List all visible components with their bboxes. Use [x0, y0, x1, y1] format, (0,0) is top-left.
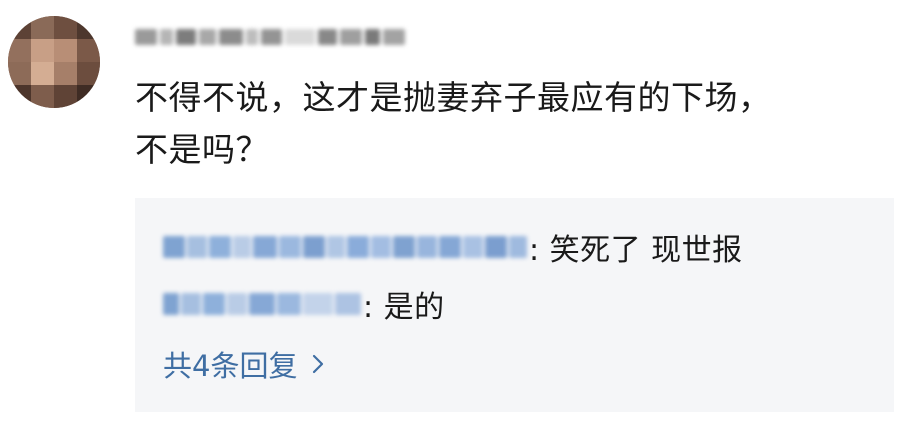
reply-username-redacted[interactable] [163, 293, 361, 315]
avatar[interactable] [8, 16, 100, 108]
username-redacted[interactable] [135, 22, 405, 52]
comment-line-1: 不得不说，这才是抛妻弃子最应有的下场， [135, 78, 772, 117]
reply-username-redacted[interactable] [163, 236, 527, 258]
reply-text: : 是的 [363, 290, 445, 325]
more-replies-label: 共4条回复 [163, 349, 298, 383]
view-more-replies-link[interactable]: 共4条回复 [163, 342, 325, 386]
chevron-right-icon [311, 353, 325, 375]
reply-item[interactable]: : 笑死了 现世报 [163, 225, 743, 269]
comment-body: 不得不说，这才是抛妻弃子最应有的下场， 不是吗？ [135, 72, 875, 176]
reply-item[interactable]: : 是的 [163, 282, 445, 326]
reply-text: : 笑死了 现世报 [529, 233, 743, 268]
comment-line-2: 不是吗？ [135, 130, 269, 169]
